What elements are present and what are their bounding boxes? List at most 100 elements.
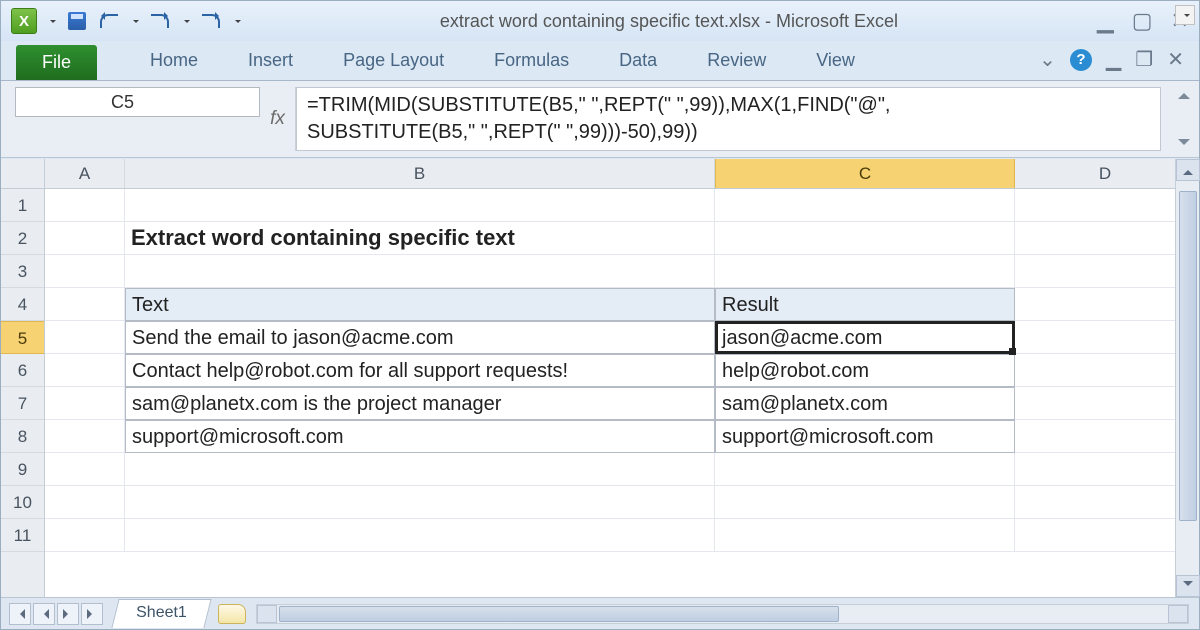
sheet-nav-last[interactable]	[81, 603, 103, 625]
table-cell-result[interactable]: support@microsoft.com	[715, 420, 1015, 453]
column-header[interactable]: C	[715, 159, 1015, 188]
table-cell-result[interactable]: help@robot.com	[715, 354, 1015, 387]
tab-view[interactable]: View	[791, 43, 880, 80]
fx-button[interactable]: fx	[260, 87, 296, 151]
doc-close-button[interactable]: ✕	[1167, 47, 1184, 72]
formula-input[interactable]: =TRIM(MID(SUBSTITUTE(B5," ",REPT(" ",99)…	[296, 87, 1161, 151]
row-header[interactable]: 7	[1, 387, 44, 420]
sheet-nav-prev[interactable]	[33, 603, 55, 625]
minimize-button[interactable]: ▁	[1097, 8, 1114, 34]
row-header[interactable]: 3	[1, 255, 44, 288]
row-header[interactable]: 11	[1, 519, 44, 552]
row-header[interactable]: 5	[1, 321, 44, 354]
doc-minimize-button[interactable]: ▁	[1106, 47, 1121, 72]
cell[interactable]	[125, 255, 715, 288]
undo-button[interactable]	[98, 10, 120, 32]
cell[interactable]	[715, 222, 1015, 255]
scroll-up-button[interactable]	[1176, 159, 1200, 181]
sheet-nav-first[interactable]	[9, 603, 31, 625]
cell[interactable]	[1015, 189, 1196, 222]
row-header[interactable]: 1	[1, 189, 44, 222]
cell[interactable]	[45, 354, 125, 387]
row-header[interactable]: 9	[1, 453, 44, 486]
name-box[interactable]: C5	[15, 87, 260, 117]
table-header-text[interactable]: Text	[125, 288, 715, 321]
hscroll-right-button[interactable]	[1168, 605, 1188, 623]
scroll-down-button[interactable]	[1176, 575, 1200, 597]
table-cell-result[interactable]: sam@planetx.com	[715, 387, 1015, 420]
title-cell[interactable]: Extract word containing specific text	[125, 222, 715, 255]
ribbon-minimize-icon[interactable]: ⌄	[1039, 47, 1056, 72]
tab-review[interactable]: Review	[682, 43, 791, 80]
table-cell-text[interactable]: support@microsoft.com	[125, 420, 715, 453]
cell[interactable]	[1015, 222, 1196, 255]
cell[interactable]	[45, 288, 125, 321]
grid-area[interactable]: A B C D Extract word containing specific…	[45, 159, 1199, 597]
cell[interactable]	[715, 486, 1015, 519]
save-button[interactable]	[66, 10, 88, 32]
qat-logo-menu-icon[interactable]	[50, 20, 56, 26]
row-header[interactable]: 10	[1, 486, 44, 519]
cell[interactable]	[45, 321, 125, 354]
cell[interactable]	[45, 189, 125, 222]
horizontal-scrollbar[interactable]	[256, 604, 1189, 624]
cell[interactable]	[1015, 288, 1196, 321]
table-cell-text[interactable]: sam@planetx.com is the project manager	[125, 387, 715, 420]
undo-menu-icon[interactable]	[133, 20, 139, 26]
tab-home[interactable]: Home	[125, 43, 223, 80]
cell[interactable]	[45, 519, 125, 552]
table-cell-text[interactable]: Contact help@robot.com for all support r…	[125, 354, 715, 387]
cell[interactable]	[1015, 354, 1196, 387]
cell[interactable]	[45, 222, 125, 255]
formula-scroll-up-icon[interactable]	[1178, 87, 1190, 99]
cell[interactable]	[45, 387, 125, 420]
row-header[interactable]: 8	[1, 420, 44, 453]
cell[interactable]	[715, 189, 1015, 222]
cell[interactable]	[125, 189, 715, 222]
cell[interactable]	[715, 519, 1015, 552]
new-sheet-button[interactable]	[218, 604, 246, 624]
help-icon[interactable]: ?	[1070, 49, 1092, 71]
sheet-tab[interactable]: Sheet1	[111, 599, 211, 628]
cell[interactable]	[125, 453, 715, 486]
column-header[interactable]: D	[1015, 159, 1196, 188]
cell[interactable]	[125, 519, 715, 552]
tab-insert[interactable]: Insert	[223, 43, 318, 80]
row-header[interactable]: 6	[1, 354, 44, 387]
redo-button[interactable]	[149, 10, 171, 32]
file-tab[interactable]: File	[16, 45, 97, 80]
cell[interactable]	[1015, 420, 1196, 453]
cell[interactable]	[45, 453, 125, 486]
table-header-result[interactable]: Result	[715, 288, 1015, 321]
name-box-dropdown-icon[interactable]	[1175, 5, 1195, 25]
maximize-button[interactable]: ▢	[1132, 8, 1153, 34]
tab-data[interactable]: Data	[594, 43, 682, 80]
formula-expand-icon[interactable]	[1178, 139, 1190, 151]
redo-menu-icon[interactable]	[184, 20, 190, 26]
column-header[interactable]: A	[45, 159, 125, 188]
cell[interactable]	[125, 486, 715, 519]
cell[interactable]	[1015, 255, 1196, 288]
cell[interactable]	[1015, 321, 1196, 354]
cell[interactable]	[1015, 486, 1196, 519]
vertical-scrollbar[interactable]	[1175, 159, 1199, 597]
row-header[interactable]: 4	[1, 288, 44, 321]
cell[interactable]	[1015, 387, 1196, 420]
hscroll-left-button[interactable]	[257, 605, 277, 623]
scroll-thumb[interactable]	[1179, 191, 1197, 521]
cell[interactable]	[45, 255, 125, 288]
column-header[interactable]: B	[125, 159, 715, 188]
doc-restore-button[interactable]: ❐	[1135, 47, 1153, 72]
cell[interactable]	[45, 420, 125, 453]
cell[interactable]	[1015, 453, 1196, 486]
tab-pagelayout[interactable]: Page Layout	[318, 43, 469, 80]
cell[interactable]	[715, 255, 1015, 288]
table-cell-text[interactable]: Send the email to jason@acme.com	[125, 321, 715, 354]
row-header[interactable]: 2	[1, 222, 44, 255]
tab-formulas[interactable]: Formulas	[469, 43, 594, 80]
cell[interactable]	[1015, 519, 1196, 552]
redo2-button[interactable]	[200, 10, 222, 32]
sheet-nav-next[interactable]	[57, 603, 79, 625]
excel-logo-icon[interactable]	[11, 8, 37, 34]
hscroll-thumb[interactable]	[279, 606, 839, 622]
